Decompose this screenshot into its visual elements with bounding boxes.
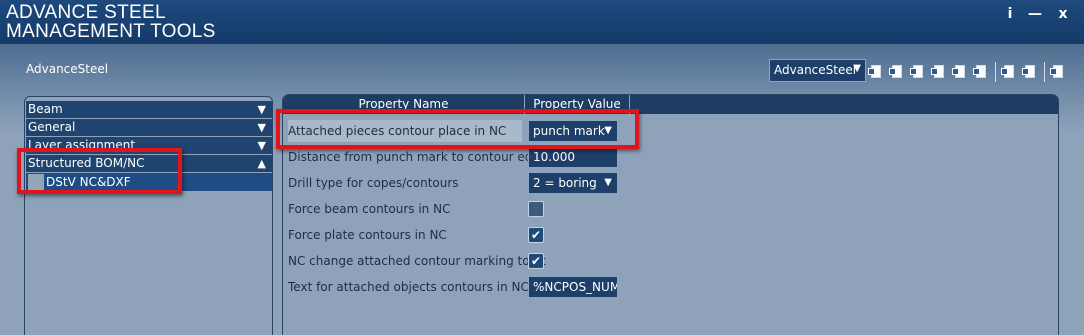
properties-icon[interactable] [1050, 63, 1067, 81]
tree-leaf-dstv-nc-dxf[interactable]: DStV NC&DXF [26, 173, 272, 191]
info-button[interactable]: i [1001, 6, 1019, 22]
property-name[interactable]: Force plate contours in NC [288, 224, 522, 246]
column-header-property-value[interactable]: Property Value [525, 95, 629, 114]
collapse-arrow-icon[interactable]: ▼ [258, 101, 266, 118]
force-plate-contours-checkbox[interactable]: ✔ [528, 227, 544, 243]
property-grid: Property Name Property Value Attached pi… [282, 94, 1059, 335]
tree-item-structured-bom-nc[interactable]: Structured BOM/NC ▲ [26, 155, 272, 172]
distance-field[interactable]: 10.000 [528, 146, 618, 168]
field-value: 10.000 [533, 150, 575, 164]
toolbar-divider [995, 62, 996, 82]
tree-item-label: Structured BOM/NC [28, 156, 145, 170]
minimize-button[interactable]: — [1026, 6, 1044, 22]
save-icon[interactable] [1001, 63, 1018, 81]
expand-arrow-icon[interactable]: ▲ [258, 155, 266, 172]
drill-type-select[interactable]: 2 = boring ▼ [528, 172, 618, 194]
app-title-line2: MANAGEMENT TOOLS [6, 21, 216, 42]
delete-icon[interactable] [1022, 63, 1039, 81]
select-value: 2 = boring [533, 176, 597, 190]
collapse-arrow-icon[interactable]: ▼ [258, 137, 266, 154]
profile-select-value: AdvanceSteel [774, 63, 857, 77]
field-value: %NCPOS_NUM [533, 280, 618, 294]
checkmark-icon: ✔ [530, 228, 542, 242]
toolbar-divider [1044, 62, 1045, 82]
property-name[interactable]: Distance from punch mark to contour edge [288, 146, 547, 168]
force-beam-contours-checkbox[interactable] [528, 201, 544, 217]
property-name[interactable]: Force beam contours in NC [288, 198, 522, 220]
tree-item-label: Layer assignment [28, 138, 136, 152]
chevron-down-icon: ▼ [604, 125, 612, 136]
chevron-down-icon: ▼ [853, 63, 861, 74]
tag-icon[interactable] [952, 63, 969, 81]
column-header-property-name[interactable]: Property Name [283, 95, 524, 114]
import-icon[interactable] [910, 63, 927, 81]
category-tree: Beam ▼ General ▼ Layer assignment ▼ Stru… [24, 96, 273, 335]
select-value: punch mark [533, 124, 605, 138]
tree-leaf-label: DStV NC&DXF [46, 175, 131, 189]
main-area: AdvanceSteel AdvanceSteel ▼ Beam ▼ Gener… [0, 44, 1084, 335]
column-header-filler [630, 95, 1058, 114]
nc-change-marking-checkbox[interactable]: ✔ [528, 253, 544, 269]
property-name[interactable]: NC change attached contour marking to fi… [288, 250, 546, 272]
tree-item-general[interactable]: General ▼ [26, 119, 272, 136]
property-name[interactable]: Text for attached objects contours in NC [288, 276, 529, 298]
property-name[interactable]: Drill type for copes/contours [288, 172, 522, 194]
title-bar: ADVANCE STEEL MANAGEMENT TOOLS i — x [0, 0, 1084, 44]
app-title-line1: ADVANCE STEEL [6, 2, 166, 23]
copy-icon[interactable] [868, 63, 885, 81]
property-name[interactable]: Attached pieces contour place in NC [288, 120, 522, 142]
leaf-icon [28, 174, 44, 190]
toolbar [868, 61, 1071, 83]
close-button[interactable]: x [1054, 6, 1072, 22]
tree-item-layer-assignment[interactable]: Layer assignment ▼ [26, 137, 272, 154]
refresh-icon[interactable] [973, 63, 990, 81]
app-label: AdvanceSteel [26, 62, 109, 76]
collapse-arrow-icon[interactable]: ▼ [258, 119, 266, 136]
paste-icon[interactable] [889, 63, 906, 81]
contours-text-field[interactable]: %NCPOS_NUM [528, 276, 618, 298]
contour-place-select[interactable]: punch mark ▼ [528, 120, 618, 142]
tree-item-label: General [28, 120, 76, 134]
tree-item-label: Beam [28, 102, 63, 116]
export-icon[interactable] [931, 63, 948, 81]
chevron-down-icon: ▼ [604, 177, 612, 188]
profile-select[interactable]: AdvanceSteel ▼ [769, 59, 866, 82]
tree-item-beam[interactable]: Beam ▼ [26, 101, 272, 118]
checkmark-icon: ✔ [530, 254, 542, 268]
